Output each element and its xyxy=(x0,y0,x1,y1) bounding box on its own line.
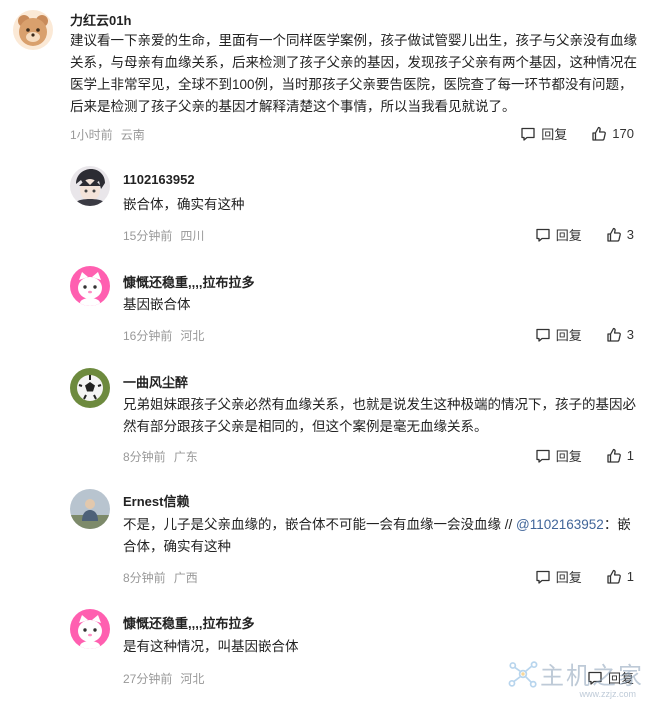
avatar[interactable] xyxy=(70,489,110,529)
reply-item: 1102163952 嵌合体，确实有这种 15分钟前 四川 回复 3 xyxy=(0,160,650,250)
comment-bubble-icon xyxy=(536,228,550,242)
watermark-url: www.zzjz.com xyxy=(579,689,636,699)
comment-text: 是有这种情况，叫基因嵌合体 xyxy=(123,639,299,654)
like-count: 1 xyxy=(626,448,634,463)
comment-location: 云南 xyxy=(120,128,145,142)
reply-label: 回复 xyxy=(555,228,582,243)
username[interactable]: 慷慨还稳重,,,,拉布拉多 xyxy=(123,613,254,632)
comment-text: 兄弟姐妹跟孩子父亲必然有血缘关系，也就是说发生这种极端的情况下，孩子的基因必然有… xyxy=(123,397,636,434)
comment-location: 广东 xyxy=(173,450,198,464)
soccer-ball-avatar-icon xyxy=(70,368,110,408)
mention-link[interactable]: @1102163952 xyxy=(516,517,604,532)
comment-time: 8分钟前 xyxy=(123,450,166,464)
avatar[interactable] xyxy=(70,368,110,408)
comment-actions: 回复 1 xyxy=(535,446,634,465)
avatar[interactable] xyxy=(70,609,110,649)
pink-cat-avatar-icon xyxy=(70,266,110,306)
pink-cat-avatar-icon xyxy=(70,609,110,649)
comment-bubble-icon xyxy=(536,449,550,463)
like-button[interactable]: 3 xyxy=(606,327,634,343)
thumbs-up-icon xyxy=(607,227,621,242)
avatar[interactable] xyxy=(70,266,110,306)
thumbs-up-icon xyxy=(607,327,621,342)
comment-text: 嵌合体，确实有这种 xyxy=(123,197,245,212)
comment-actions: 回复 170 xyxy=(520,124,634,143)
comment-text: 不是，儿子是父亲血缘的，嵌合体不可能一会有血缘一会没血缘 // @1102163… xyxy=(123,514,638,558)
comment-text: 基因嵌合体 xyxy=(123,297,191,312)
like-button[interactable]: 3 xyxy=(606,227,634,243)
anime-character-avatar-icon xyxy=(70,166,110,206)
reply-button[interactable]: 回复 xyxy=(535,567,582,586)
reply-button[interactable]: 回复 xyxy=(535,225,582,244)
comment-location: 河北 xyxy=(180,329,205,343)
comment-text-main: 不是，儿子是父亲血缘的，嵌合体不可能一会有血缘一会没血缘 // xyxy=(123,517,517,532)
comment-meta: 27分钟前 河北 xyxy=(123,670,204,687)
comment-meta: 8分钟前 广西 xyxy=(123,569,198,586)
reply-button[interactable]: 回复 xyxy=(535,325,582,344)
comment-actions: 回复 1 xyxy=(535,567,634,586)
site-watermark: 主机之家 www.zzjz.com xyxy=(506,656,644,699)
reply-item: 一曲风尘醉 兄弟姐妹跟孩子父亲必然有血缘关系，也就是说发生这种极端的情况下，孩子… xyxy=(0,360,650,470)
comment-location: 四川 xyxy=(180,229,205,243)
comment-time: 15分钟前 xyxy=(123,229,173,243)
reply-item: Ernest信赖 不是，儿子是父亲血缘的，嵌合体不可能一会有血缘一会没血缘 //… xyxy=(0,481,650,591)
comment-meta: 16分钟前 河北 xyxy=(123,327,204,344)
comment-location: 广西 xyxy=(173,571,198,585)
like-count: 170 xyxy=(612,126,634,141)
comment-bubble-icon xyxy=(536,570,550,584)
avatar[interactable] xyxy=(13,10,53,50)
username[interactable]: 1102163952 xyxy=(123,172,195,187)
comment-location: 河北 xyxy=(180,672,205,686)
network-logo-icon xyxy=(508,660,538,688)
comment-text: 建议看一下亲爱的生命，里面有一个同样医学案例，孩子做试管婴儿出生，孩子与父亲没有… xyxy=(70,33,637,114)
like-count: 3 xyxy=(626,227,634,242)
username[interactable]: 一曲风尘醉 xyxy=(123,372,188,391)
watermark-text: 主机之家 xyxy=(540,663,644,690)
comment-actions: 回复 3 xyxy=(535,225,634,244)
reply-button[interactable]: 回复 xyxy=(535,446,582,465)
person-photo-avatar-icon xyxy=(70,489,110,529)
reply-label: 回复 xyxy=(555,570,582,585)
username[interactable]: 慷慨还稳重,,,,拉布拉多 xyxy=(123,272,254,291)
comment-meta: 15分钟前 四川 xyxy=(123,227,204,244)
username[interactable]: 力红云01h xyxy=(70,10,131,29)
like-count: 3 xyxy=(626,327,634,342)
bear-avatar-icon xyxy=(13,10,53,50)
reply-button[interactable]: 回复 xyxy=(520,124,567,143)
comment-item: 力红云01h 建议看一下亲爱的生命，里面有一个同样医学案例，孩子做试管婴儿出生，… xyxy=(0,0,650,150)
comment-bubble-icon xyxy=(536,328,550,342)
thumbs-up-icon xyxy=(592,126,607,141)
comment-time: 1小时前 xyxy=(70,128,113,142)
username[interactable]: Ernest信赖 xyxy=(123,491,189,510)
comment-time: 8分钟前 xyxy=(123,571,166,585)
comment-actions: 回复 3 xyxy=(535,325,634,344)
like-button[interactable]: 1 xyxy=(606,448,634,464)
reply-item: 慷慨还稳重,,,,拉布拉多 基因嵌合体 16分钟前 河北 回复 3 xyxy=(0,260,650,350)
comment-time: 27分钟前 xyxy=(123,672,173,686)
thumbs-up-icon xyxy=(607,569,621,584)
avatar[interactable] xyxy=(70,166,110,206)
like-count: 1 xyxy=(626,569,634,584)
reply-label: 回复 xyxy=(555,328,582,343)
reply-label: 回复 xyxy=(541,127,568,142)
reply-label: 回复 xyxy=(555,449,582,464)
like-button[interactable]: 170 xyxy=(591,126,634,142)
thumbs-up-icon xyxy=(607,448,621,463)
comment-meta: 8分钟前 广东 xyxy=(123,448,198,465)
comment-bubble-icon xyxy=(521,127,535,141)
comment-meta: 1小时前 云南 xyxy=(70,126,145,143)
like-button[interactable]: 1 xyxy=(606,569,634,585)
comment-time: 16分钟前 xyxy=(123,329,173,343)
